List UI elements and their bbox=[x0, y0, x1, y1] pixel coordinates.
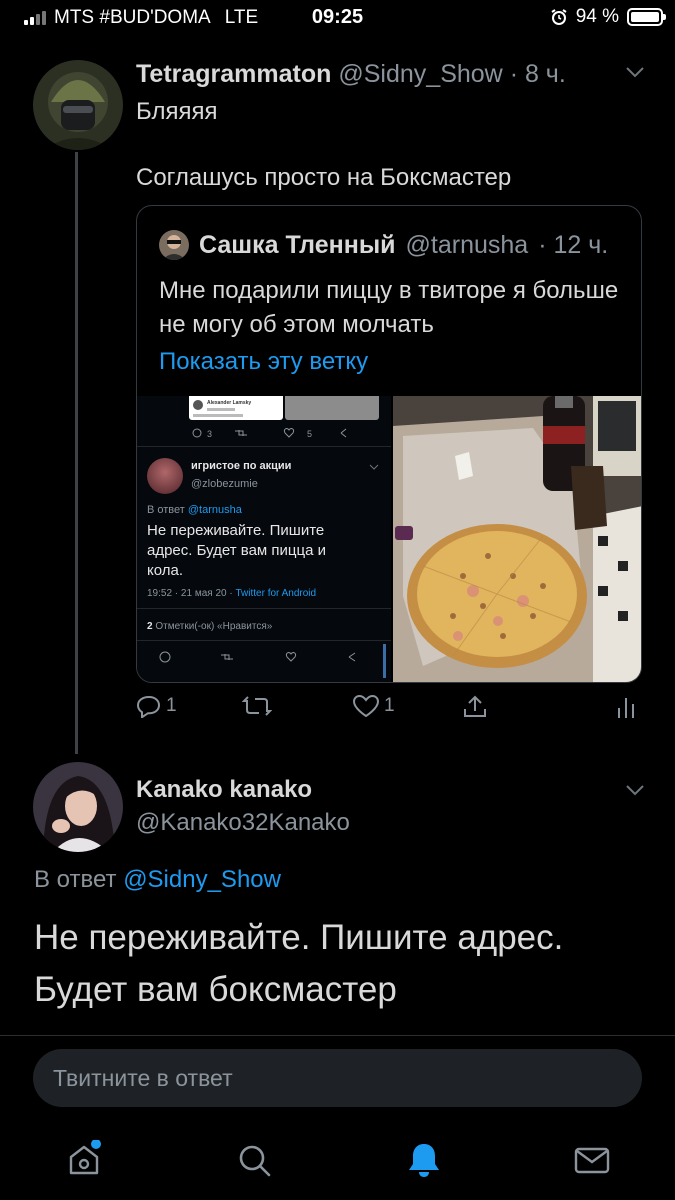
tweet-text-line: Бляяяя bbox=[136, 98, 218, 125]
chevron-down-icon[interactable] bbox=[625, 66, 645, 78]
tab-search[interactable] bbox=[234, 1140, 274, 1180]
quote-author-name: Сашка Тленный bbox=[199, 230, 396, 259]
tweet-text-line: Соглашусь просто на Боксмастер bbox=[136, 164, 512, 191]
reply-composer[interactable] bbox=[33, 1049, 642, 1107]
mini-meta: 19:52 · 21 мая 20 · Twitter for Android bbox=[147, 588, 317, 599]
pizza-photo bbox=[393, 396, 641, 682]
quote-time: · 12 ч. bbox=[538, 230, 609, 259]
mini-chevron-icon bbox=[369, 464, 379, 470]
quote-text: Мне подарили пиццу в твиторе я больше не… bbox=[159, 277, 619, 338]
reply-text: Не переживайте. Пишите адрес. Будет вам … bbox=[34, 918, 564, 1009]
reply-author-name[interactable]: Kanako kanako bbox=[136, 776, 312, 804]
retweet-button[interactable] bbox=[242, 694, 276, 718]
home-icon bbox=[69, 1139, 101, 1175]
media-screenshot[interactable]: Alexander Lamsky 3 5 игристое по акции @… bbox=[137, 396, 391, 682]
tab-notifications[interactable] bbox=[404, 1140, 444, 1180]
mini-likes: 2 Отметки(-ок) «Нравится» bbox=[147, 621, 273, 632]
mini-name: игристое по акции bbox=[191, 460, 292, 472]
reply-button[interactable]: 1 bbox=[136, 694, 177, 718]
quote-author-handle: @tarnusha bbox=[405, 230, 529, 259]
reply-to-link[interactable]: @Sidny_Show bbox=[123, 866, 281, 893]
tab-bar bbox=[0, 1120, 675, 1200]
like-button[interactable]: 1 bbox=[352, 694, 395, 718]
mini-handle: @zlobezumie bbox=[191, 478, 258, 490]
analytics-icon bbox=[618, 698, 634, 718]
chevron-down-icon[interactable] bbox=[625, 784, 645, 796]
quote-media[interactable]: Alexander Lamsky 3 5 игристое по акции @… bbox=[137, 396, 641, 682]
reply-author-handle[interactable]: @Kanako32Kanako bbox=[136, 809, 350, 837]
quote-header: Сашка Тленный @tarnusha · 12 ч. bbox=[159, 230, 608, 260]
mini-tweet-name: Alexander Lamsky bbox=[207, 400, 252, 406]
thread-connector bbox=[75, 152, 78, 754]
battery-icon bbox=[627, 8, 666, 26]
reply-input[interactable] bbox=[33, 1049, 642, 1107]
author-name[interactable]: Tetragrammaton bbox=[136, 60, 331, 88]
notifications-icon bbox=[409, 1144, 439, 1177]
tweet-actions: 1 1 bbox=[136, 694, 646, 730]
reply-count: 1 bbox=[166, 695, 177, 716]
media-photo[interactable] bbox=[393, 396, 641, 682]
quoted-tweet[interactable]: Сашка Тленный @tarnusha · 12 ч. Мне пода… bbox=[136, 205, 642, 683]
show-thread-link[interactable]: Показать эту ветку bbox=[159, 348, 368, 376]
battery-percent: 94 % bbox=[575, 6, 619, 27]
heart-icon bbox=[352, 694, 380, 718]
tweet-text: Бляяяя Соглашусь просто на Боксмастер bbox=[136, 95, 636, 194]
alarm-icon bbox=[551, 9, 567, 25]
tab-messages[interactable] bbox=[572, 1140, 612, 1180]
mini-actions-icon bbox=[192, 428, 347, 438]
tweet-header: Tetragrammaton @Sidny_Show · 8 ч. bbox=[136, 60, 566, 89]
quote-avatar bbox=[159, 230, 189, 260]
divider bbox=[0, 1035, 675, 1036]
avatar[interactable] bbox=[33, 60, 123, 150]
share-icon bbox=[464, 695, 486, 717]
reply-prefix: В ответ bbox=[34, 866, 117, 893]
author-handle[interactable]: @Sidny_Show bbox=[338, 60, 502, 88]
reply-icon bbox=[136, 695, 161, 718]
reply-context: В ответ @Sidny_Show bbox=[34, 866, 281, 894]
retweet-icon bbox=[242, 696, 272, 716]
tab-home[interactable] bbox=[64, 1139, 104, 1180]
mini-text: Не переживайте. Пишите адрес. Будет вам … bbox=[147, 522, 326, 579]
tweet-time: · 8 ч. bbox=[509, 60, 566, 88]
like-count: 1 bbox=[384, 695, 395, 716]
status-bar: MTS #BUD'DOMA LTE 09:25 94 % bbox=[0, 0, 675, 36]
share-button[interactable] bbox=[462, 694, 488, 720]
reply-avatar[interactable] bbox=[33, 762, 123, 852]
search-icon bbox=[239, 1145, 271, 1177]
mini-reply-to: В ответ @tarnusha bbox=[147, 504, 242, 516]
messages-icon bbox=[574, 1147, 610, 1174]
mini-avatar bbox=[147, 458, 183, 494]
analytics-button[interactable] bbox=[616, 694, 636, 720]
mini-bottom-actions-icon bbox=[159, 651, 356, 663]
